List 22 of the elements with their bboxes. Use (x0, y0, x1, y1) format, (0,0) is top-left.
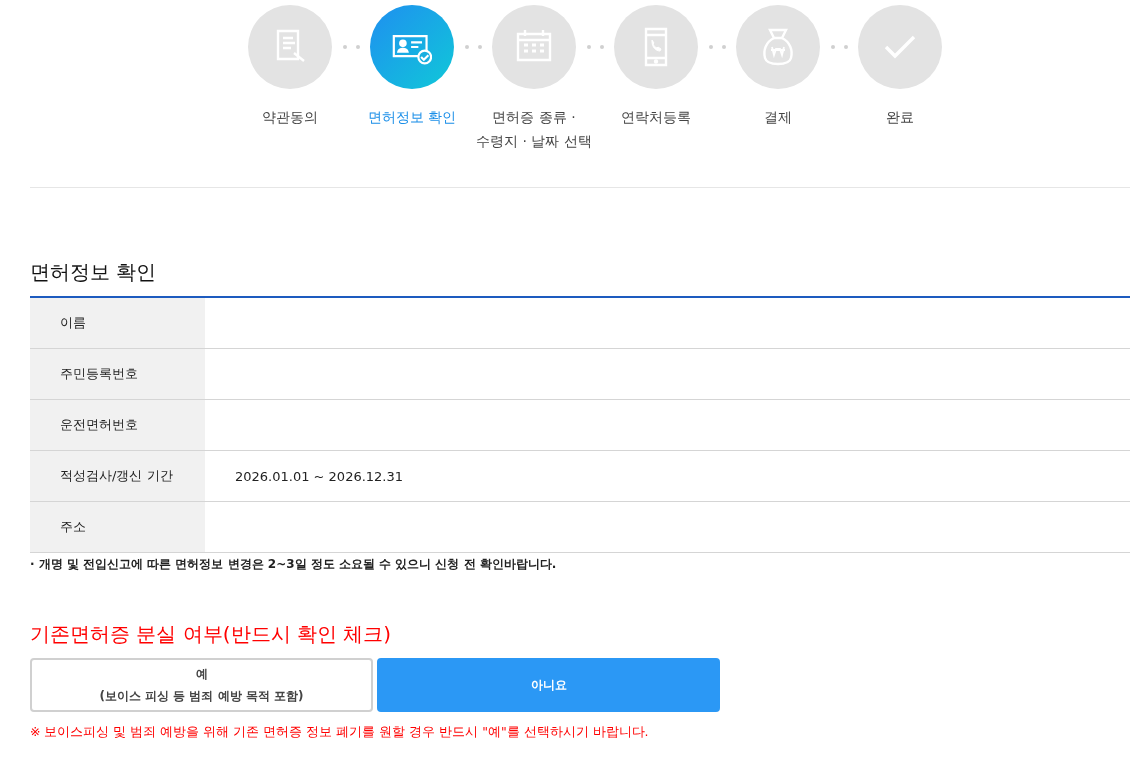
loss-question-title: 기존면허증 분실 여부(반드시 확인 체크) (30, 621, 393, 648)
row-label: 적성검사/갱신 기간 (30, 451, 205, 501)
step-connector-dots (464, 45, 482, 49)
row-label: 주소 (30, 502, 205, 552)
option-button[interactable]: 예 (보이스 피싱 등 범죄 예방 목적 포함) (30, 658, 373, 712)
step-connector-dots (586, 45, 604, 49)
step-connector-dots (342, 45, 360, 49)
step-label: 완료 (886, 108, 914, 127)
row-label: 운전면허번호 (30, 400, 205, 450)
step-label: 결제 (764, 108, 792, 127)
info-note: · 개명 및 전입신고에 따른 면허정보 변경은 2~3일 정도 소요될 수 있으니 신청 전 확인바랍니다. (30, 556, 558, 573)
step-label: 약관동의 (262, 108, 318, 127)
row-label: 이름 (30, 298, 205, 348)
warning-note: ※ 보이스피싱 및 범죄 예방을 위해 기존 면허증 정보 폐기를 원할 경우 반드시 "예"를 선택하시기 바랍니다. (30, 724, 650, 741)
section-title: 면허정보 확인 (30, 259, 158, 286)
row-value: 2026.01.01 ~ 2026.12.31 (235, 468, 404, 484)
step-connector-dots (708, 45, 726, 49)
step-label: 면허정보 확인 (367, 108, 457, 127)
step-connector-dots (830, 45, 848, 49)
row-label: 주민등록번호 (30, 349, 205, 399)
step-label: 연락처등록 (621, 108, 691, 127)
step-label: 면허증 종류 · 수령지 · 날짜 선택 (476, 108, 592, 151)
